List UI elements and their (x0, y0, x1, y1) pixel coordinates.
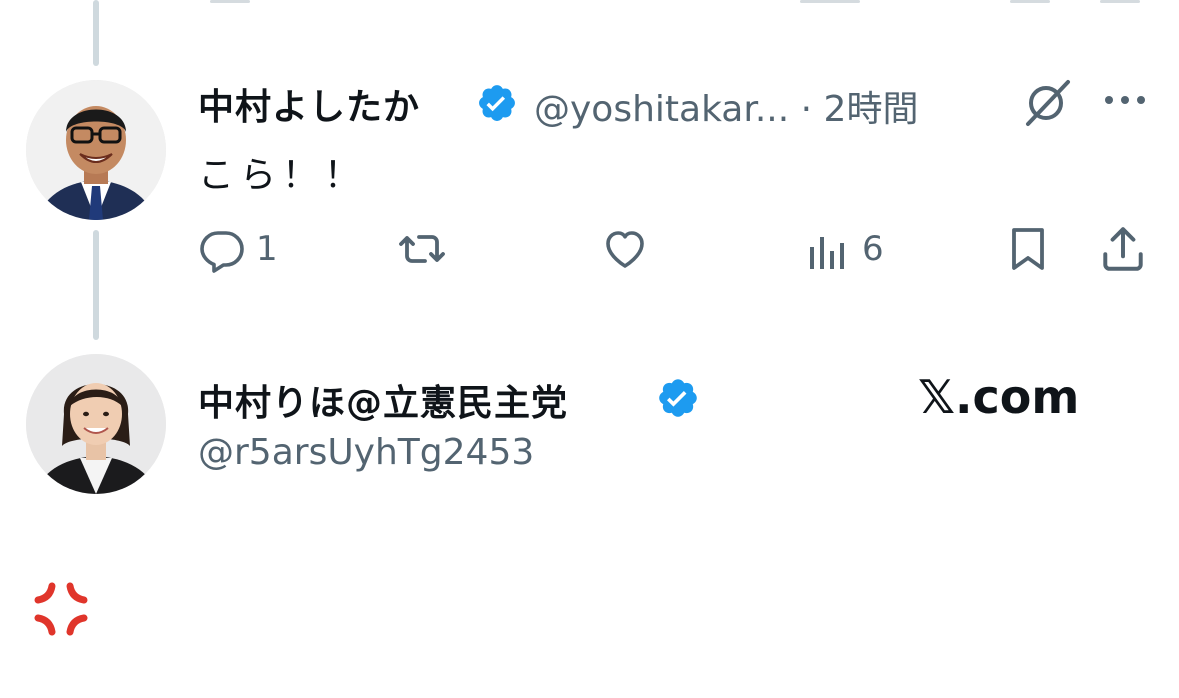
retweet-icon (399, 235, 445, 263)
verified-badge-icon (476, 82, 518, 124)
tweet-text: こら！！ (198, 155, 367, 196)
bookmark-button[interactable] (1004, 224, 1052, 274)
tweet-author-name[interactable]: 中村よしたか (198, 78, 420, 130)
views-button[interactable]: 6 (804, 224, 884, 274)
reply-author-avatar[interactable] (26, 354, 166, 494)
thread-line-top (93, 0, 99, 66)
like-button[interactable] (600, 224, 650, 274)
share-button[interactable] (1098, 224, 1148, 274)
tweet-author-avatar[interactable] (26, 80, 166, 220)
tweet-handle-row: @yoshitakar... · 2時間 (534, 80, 918, 132)
x-com-brand: 𝕏.com (918, 370, 1080, 424)
bookmark-icon (1012, 228, 1044, 270)
tweet-author-handle[interactable]: @yoshitakar... (534, 89, 789, 130)
grok-icon[interactable] (1020, 76, 1074, 130)
like-icon (606, 231, 644, 268)
previous-tweet-actions (200, 0, 1160, 6)
share-icon (1103, 227, 1143, 271)
more-icon[interactable] (1100, 90, 1150, 110)
views-icon (810, 237, 844, 269)
reply-author-handle[interactable]: @r5arsUyhTg2453 (198, 432, 534, 473)
reply-author-name[interactable]: 中村りほ@立憲民主党 (198, 374, 568, 426)
anger-symbol-icon (32, 580, 90, 638)
views-count: 6 (862, 229, 884, 269)
retweet-button[interactable] (396, 224, 448, 274)
reply-count: 1 (256, 229, 278, 269)
reply-button[interactable]: 1 (198, 224, 278, 274)
reply-icon (200, 231, 244, 273)
tweet-timestamp[interactable]: 2時間 (824, 89, 919, 130)
handle-time-separator: · (800, 89, 813, 130)
verified-badge-icon (656, 376, 700, 420)
thread-line-middle (93, 230, 99, 340)
